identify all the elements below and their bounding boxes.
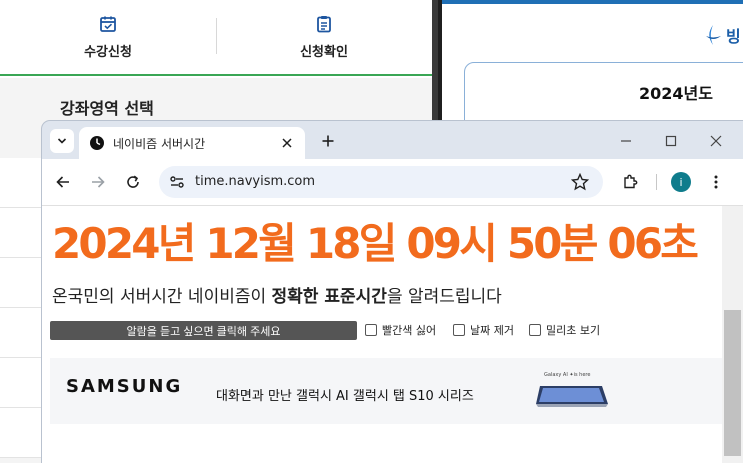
scrollbar-thumb[interactable]: [724, 310, 741, 456]
advertisement-banner[interactable]: SAMSUNG 대화면과 만난 갤럭시 AI 갤럭시 탭 S10 시리즈 Gal…: [50, 358, 723, 424]
reload-icon: [127, 175, 139, 188]
reload-button[interactable]: [122, 171, 144, 193]
option-label: 날짜 제거: [470, 324, 514, 337]
course-tabs: 수강신청 신청확인: [0, 0, 432, 76]
browser-tab-active[interactable]: 네이비즘 서버시간: [79, 127, 305, 159]
option-label: 밀리초 보기: [546, 324, 601, 337]
tab-close-button[interactable]: [279, 135, 295, 151]
chevron-down-icon: [57, 138, 67, 144]
tablet-image-icon: [536, 386, 608, 407]
browser-window: 네이비즘 서버시간 time.navyism.com i 2024년 12월 1…: [42, 121, 743, 463]
menu-button[interactable]: [705, 171, 727, 193]
ad-tagline: Galaxy AI ✦is here: [544, 372, 591, 378]
calendar-check-icon: [100, 16, 116, 32]
logo-text: 빙: [726, 27, 741, 46]
toolbar-divider: [656, 174, 657, 190]
close-window-button[interactable]: [706, 131, 726, 151]
site-logo[interactable]: 빙: [704, 20, 743, 50]
star-icon[interactable]: [571, 173, 589, 191]
maximize-button[interactable]: [661, 131, 681, 151]
subtitle-emphasis: 정확한 표준시간: [271, 287, 387, 307]
address-bar[interactable]: time.navyism.com: [159, 166, 603, 198]
page-viewport: 2024년 12월 18일 09시 50분 06초 온국민의 서버시간 네이비즘…: [42, 205, 743, 463]
top-accent-bar: [442, 0, 743, 4]
alarm-button[interactable]: 알람을 듣고 싶으면 클릭해 주세요: [50, 321, 357, 340]
close-icon: [282, 138, 292, 148]
clipboard-icon: [317, 15, 331, 32]
new-tab-button[interactable]: [318, 131, 338, 151]
maximize-icon: [665, 135, 677, 147]
tab-course-registration[interactable]: 수강신청: [0, 0, 216, 74]
section-title: 강좌영역 선택: [60, 99, 154, 118]
subtitle-text: 을 알려드립니다: [386, 287, 502, 307]
url-text[interactable]: time.navyism.com: [195, 174, 315, 189]
clock-favicon-icon: [90, 136, 104, 150]
tab-strip: 네이비즘 서버시간: [42, 121, 743, 159]
checkbox[interactable]: [453, 324, 465, 336]
checkbox[interactable]: [365, 324, 377, 336]
tab-label: 수강신청: [84, 44, 132, 60]
plus-icon: [322, 135, 334, 147]
site-info-icon: [170, 176, 184, 188]
tab-label: 신청확인: [300, 44, 348, 60]
puzzle-icon: [624, 174, 638, 189]
ad-headline: 대화면과 만난 갤럭시 AI 갤럭시 탭 S10 시리즈: [216, 389, 474, 404]
card-title: 2024년도: [639, 84, 713, 103]
browser-toolbar: time.navyism.com i: [42, 159, 743, 205]
server-time-display: 2024년 12월 18일 09시 50분 06초: [52, 219, 699, 268]
ad-brand-logo: SAMSUNG: [66, 376, 183, 397]
arrow-left-icon: [56, 176, 69, 188]
option-label: 빨간색 싫어: [382, 324, 437, 337]
logo-mark-icon: [706, 25, 721, 45]
forward-button[interactable]: [87, 171, 109, 193]
extensions-button[interactable]: [619, 171, 641, 193]
minimize-button[interactable]: [616, 131, 636, 151]
tab-search-button[interactable]: [50, 129, 74, 153]
option-no-red[interactable]: 빨간색 싫어: [365, 322, 436, 338]
option-remove-date[interactable]: 날짜 제거: [453, 322, 514, 338]
subtitle-text: 온국민의 서버시간 네이비즘이: [52, 287, 272, 307]
close-icon: [710, 135, 722, 147]
tab-title: 네이비즘 서버시간: [113, 136, 206, 151]
page-subtitle: 온국민의 서버시간 네이비즘이 정확한 표준시간을 알려드립니다: [52, 282, 502, 307]
checkbox[interactable]: [529, 324, 541, 336]
more-vertical-icon: [714, 175, 718, 189]
minimize-icon: [621, 140, 631, 142]
tab-application-check[interactable]: 신청확인: [216, 0, 432, 74]
arrow-right-icon: [92, 176, 105, 188]
option-show-milliseconds[interactable]: 밀리초 보기: [529, 322, 600, 338]
back-button[interactable]: [52, 171, 74, 193]
profile-avatar[interactable]: i: [671, 172, 691, 192]
